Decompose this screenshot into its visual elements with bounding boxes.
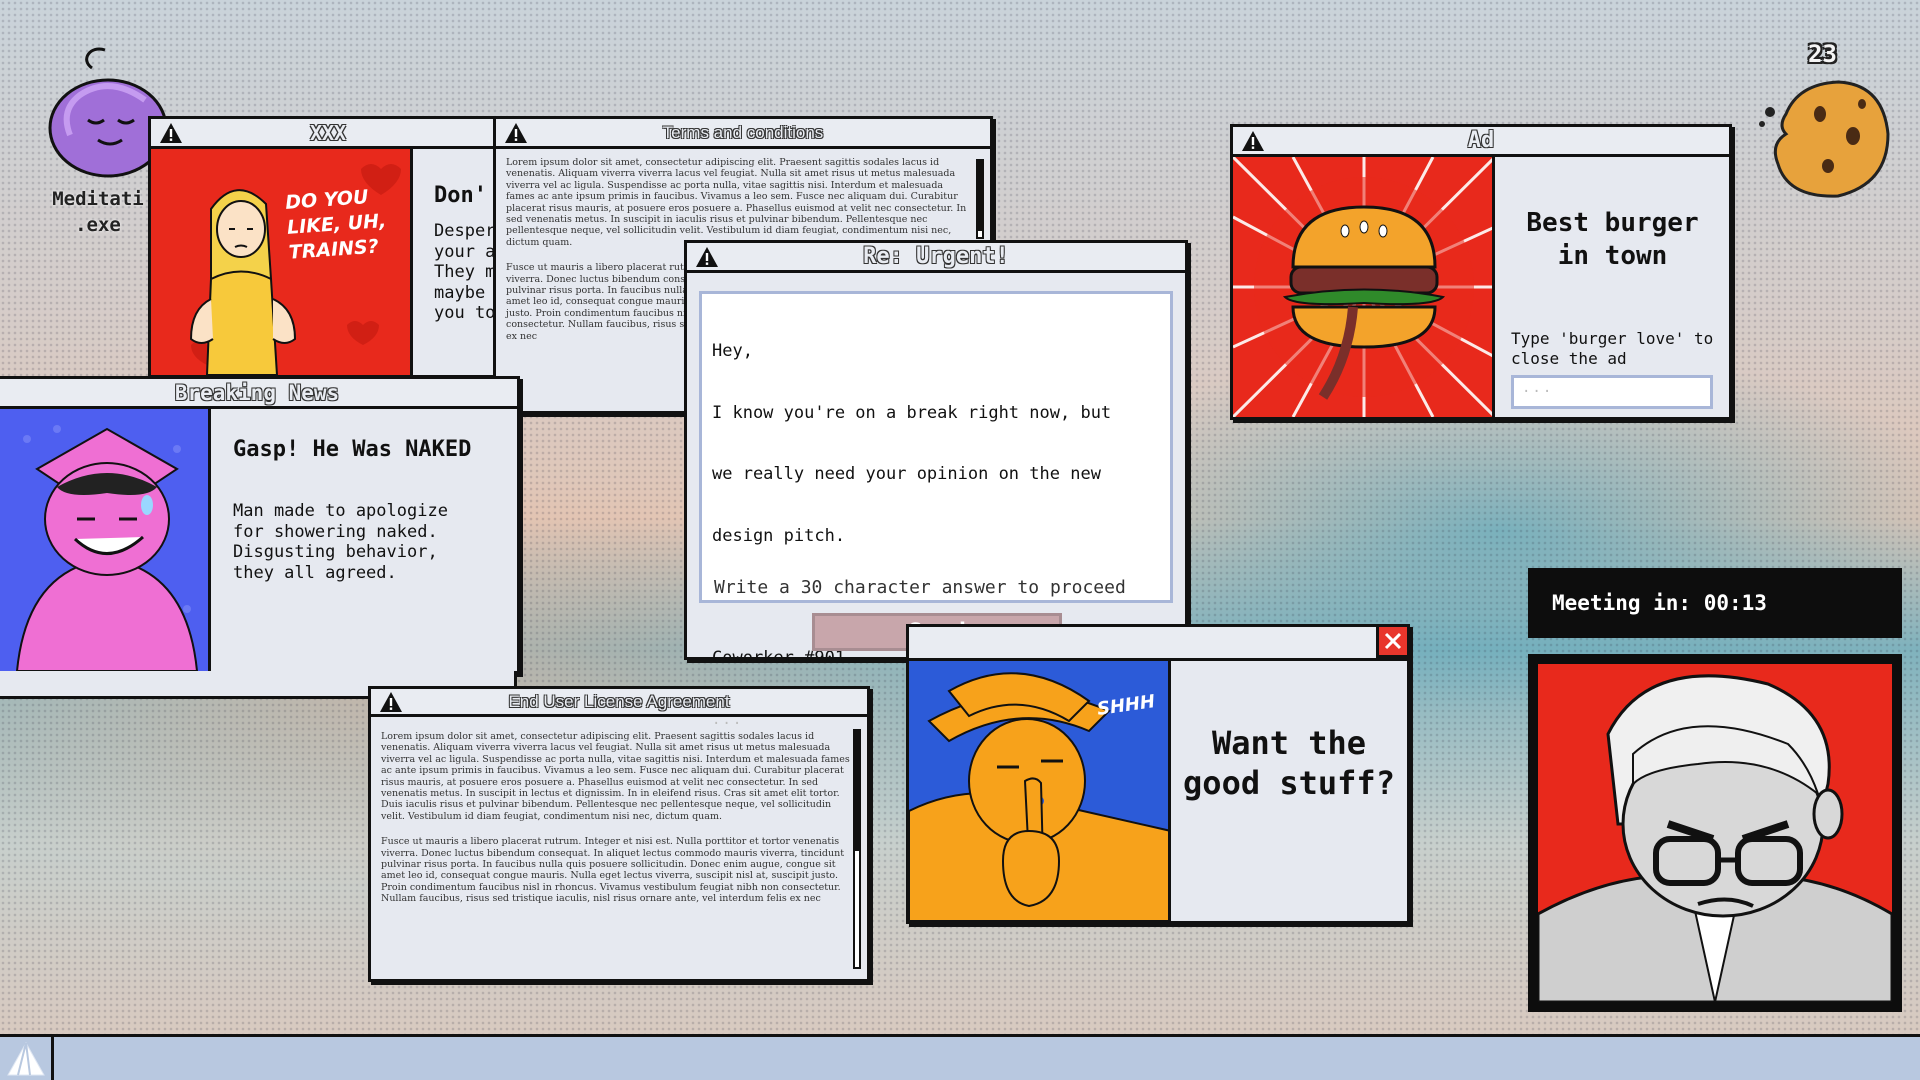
ad-instruction: Type 'burger love' to close the ad xyxy=(1511,329,1714,368)
warning-icon xyxy=(1242,131,1264,151)
eula-window[interactable]: End User License Agreement Lorem ipsum d… xyxy=(368,686,870,982)
news-titlebar[interactable]: Breaking News xyxy=(0,379,517,409)
shhh-man-illustration: SHHH xyxy=(909,661,1171,921)
news-title: Breaking News xyxy=(174,380,340,405)
message-line: design pitch. xyxy=(712,525,846,546)
terms-titlebar[interactable]: Terms and conditions xyxy=(496,119,990,149)
ad-titlebar[interactable]: Ad xyxy=(1233,127,1729,157)
angry-boss-illustration xyxy=(1536,664,1894,1004)
xxx-title: XXX xyxy=(309,120,347,145)
cookie-counter: 23 xyxy=(1808,40,1837,68)
trains-girl-illustration: DO YOU LIKE, UH, TRAINS? xyxy=(151,149,413,375)
news-headline: Gasp! He Was NAKED xyxy=(233,437,472,462)
message-line: I know you're on a break right now, but xyxy=(712,402,1112,423)
urgent-titlebar[interactable]: Re: Urgent! xyxy=(687,243,1185,273)
ad-headline: Best burger in town xyxy=(1526,208,1699,271)
terms-scrollbar[interactable] xyxy=(976,159,984,239)
eula-scrollbar[interactable] xyxy=(853,729,861,969)
urgent-instruction: Write a 30 character answer to proceed xyxy=(714,577,1126,598)
good-stuff-titlebar[interactable] xyxy=(909,624,1410,661)
warning-icon xyxy=(696,247,718,267)
message-line: we really need your opinion on the new xyxy=(712,464,1101,484)
terms-scroll-thumb[interactable] xyxy=(977,161,983,231)
eula-title: End User License Agreement xyxy=(508,691,730,711)
xxx-heading: Don' xyxy=(434,183,487,208)
burger-ad-window[interactable]: Ad Best burger in town Type 'burger love… xyxy=(1230,124,1732,420)
burger-illustration xyxy=(1233,157,1495,417)
breaking-news-window[interactable]: Breaking News Gasp! He Was NAKED Man mad… xyxy=(0,376,520,699)
urgent-title: Re: Urgent! xyxy=(863,244,1009,269)
terms-paragraph: Lorem ipsum dolor sit amet, consectetur … xyxy=(506,157,967,248)
eula-paragraph: Lorem ipsum dolor sit amet, consectetur … xyxy=(381,731,850,822)
xxx-titlebar[interactable]: XXX xyxy=(151,119,505,149)
close-button[interactable] xyxy=(1376,624,1410,658)
terms-title: Terms and conditions xyxy=(662,122,824,142)
eula-paragraph: Fusce ut mauris a libero placerat rutrum… xyxy=(381,836,845,905)
ad-close-input[interactable]: ... xyxy=(1511,375,1713,409)
pyramid-logo-icon xyxy=(6,1041,45,1075)
boss-portrait xyxy=(1528,654,1902,1012)
news-man-illustration xyxy=(0,409,211,671)
warning-icon xyxy=(505,123,527,143)
warning-icon xyxy=(380,692,402,712)
xxx-popup-window[interactable]: XXX DO YOU LIKE, UH, TRAINS? Don' Desper… xyxy=(148,116,508,378)
ad-title: Ad xyxy=(1467,128,1495,153)
meeting-timer: Meeting in: 00:13 xyxy=(1528,568,1902,638)
close-icon xyxy=(1384,632,1402,650)
news-body: Man made to apologize for showering nake… xyxy=(233,501,448,583)
urgent-email-window[interactable]: Re: Urgent! Hey, I know you're on a brea… xyxy=(684,240,1188,728)
message-line: Hey, xyxy=(712,341,753,361)
meditation-app-label: Meditati .exe xyxy=(52,188,144,236)
taskbar xyxy=(0,1034,1920,1080)
urgent-message-box[interactable]: Hey, I know you're on a break right now,… xyxy=(699,291,1173,728)
warning-icon xyxy=(160,123,182,143)
good-stuff-headline: Want the good stuff? xyxy=(1183,724,1395,802)
trains-caption: DO YOU LIKE, UH, TRAINS? xyxy=(284,186,387,264)
eula-scroll-thumb[interactable] xyxy=(854,731,860,851)
meeting-label: Meeting in: 00:13 xyxy=(1552,591,1767,615)
good-stuff-window[interactable]: SHHH Want the good stuff? xyxy=(906,624,1410,924)
eula-text: Lorem ipsum dolor sit amet, consectetur … xyxy=(371,717,867,979)
start-button[interactable] xyxy=(0,1037,54,1080)
cookie-icon[interactable] xyxy=(1758,74,1898,204)
